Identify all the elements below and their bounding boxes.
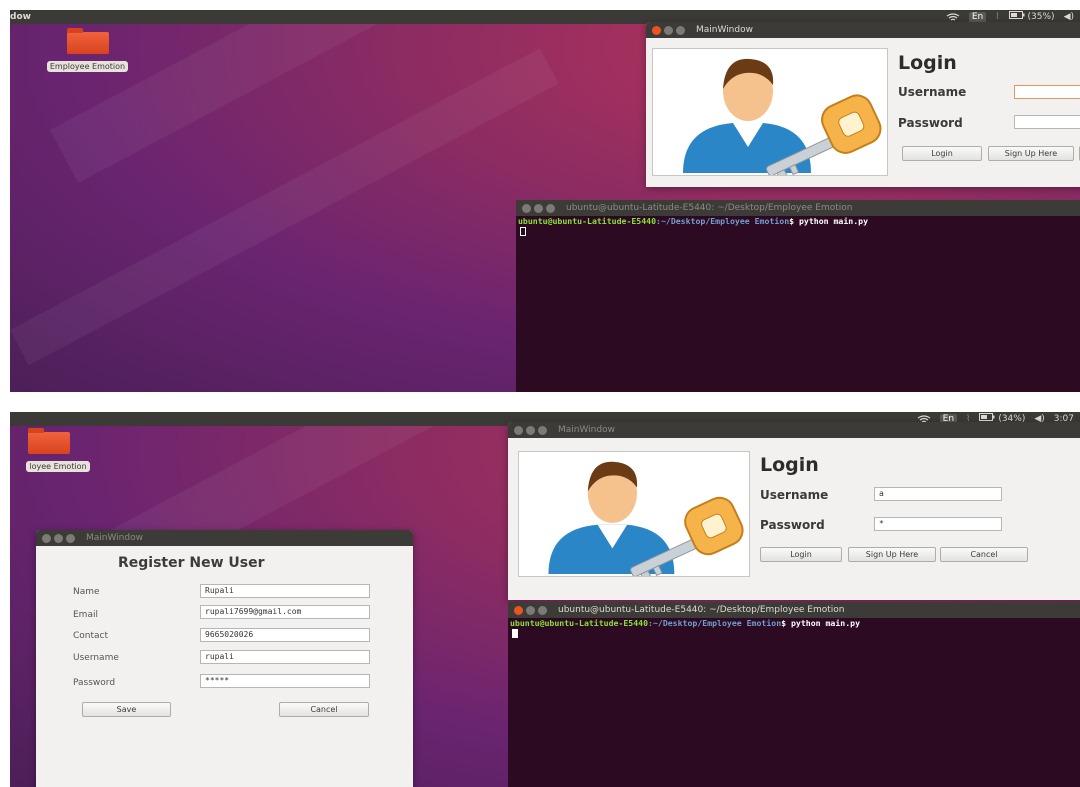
window-title: MainWindow <box>696 25 753 35</box>
desktop-folder-employee-emotion[interactable]: loyee Emotion <box>10 428 108 473</box>
window-minimize-icon[interactable] <box>664 25 673 35</box>
password-input[interactable] <box>1014 115 1080 129</box>
battery-percent: (35%) <box>1027 12 1055 22</box>
window-title: MainWindow <box>558 425 615 435</box>
login-button[interactable]: Login <box>902 146 982 161</box>
name-label: Name <box>73 587 100 597</box>
cancel-button[interactable]: Cancel <box>940 547 1028 562</box>
login-window: MainWindow Login Username a Password * L… <box>508 422 1080 600</box>
username-label: Username <box>760 488 829 502</box>
login-window: MainWindow Login Username Password Login… <box>646 22 1080 187</box>
desktop-screenshot-1: dow En ⌇ (35%) ◀) Employee Emotion MainW… <box>10 10 1080 392</box>
window-close-icon[interactable] <box>42 533 51 543</box>
register-heading: Register New User <box>118 555 265 571</box>
active-app-title: dow <box>10 12 31 22</box>
terminal-titlebar: ubuntu@ubuntu-Latitude-E5440: ~/Desktop/… <box>516 200 1080 216</box>
contact-input[interactable]: 9665020026 <box>200 628 370 642</box>
save-button[interactable]: Save <box>82 702 171 717</box>
prompt-command: $ python main.py <box>789 216 868 226</box>
register-window: MainWindow Register New User Name Rupali… <box>36 530 413 787</box>
username-label: Username <box>73 653 119 663</box>
window-titlebar: MainWindow <box>646 22 1080 38</box>
terminal-window[interactable]: ubuntu@ubuntu-Latitude-E5440: ~/Desktop/… <box>508 602 1080 787</box>
window-minimize-icon[interactable] <box>534 203 543 213</box>
email-label: Email <box>73 610 98 620</box>
login-heading: Login <box>760 454 819 476</box>
wifi-icon[interactable] <box>946 12 960 22</box>
cancel-button[interactable]: Cancel <box>279 702 369 717</box>
terminal-cursor <box>512 629 518 638</box>
prompt-path: :~/Desktop/Employee Emotion <box>656 216 790 226</box>
login-heading: Login <box>898 52 957 74</box>
terminal-title: ubuntu@ubuntu-Latitude-E5440: ~/Desktop/… <box>558 605 845 615</box>
prompt-command: $ python main.py <box>781 618 860 628</box>
terminal-prompt-line: ubuntu@ubuntu-Latitude-E5440:~/Desktop/E… <box>516 216 1080 227</box>
terminal-window[interactable]: ubuntu@ubuntu-Latitude-E5440: ~/Desktop/… <box>516 200 1080 392</box>
folder-icon <box>66 28 109 54</box>
window-close-icon[interactable] <box>514 605 523 615</box>
folder-label: Employee Emotion <box>46 61 129 72</box>
desktop-screenshot-2: En ⌇ (34%) ◀) 3:07 loyee Emotion MainWin… <box>10 412 1080 787</box>
window-minimize-icon[interactable] <box>526 425 535 435</box>
password-input[interactable]: * <box>874 517 1002 531</box>
keyboard-language-indicator[interactable]: En <box>968 11 987 23</box>
email-input[interactable]: rupali7699@gmail.com <box>200 605 370 619</box>
window-title: MainWindow <box>86 533 143 543</box>
folder-label: loyee Emotion <box>26 461 90 472</box>
terminal-title: ubuntu@ubuntu-Latitude-E5440: ~/Desktop/… <box>566 203 853 213</box>
window-close-icon[interactable] <box>652 25 661 35</box>
username-input[interactable]: rupali <box>200 650 370 664</box>
window-titlebar: MainWindow <box>508 422 1080 438</box>
battery-icon <box>1008 11 1025 19</box>
wallpaper-streak <box>10 48 559 366</box>
login-user-key-icon <box>683 58 882 183</box>
terminal-cursor-line <box>516 227 1080 239</box>
window-close-icon[interactable] <box>522 203 531 213</box>
prompt-path: :~/Desktop/Employee Emotion <box>648 618 782 628</box>
window-maximize-icon[interactable] <box>538 425 547 435</box>
name-input[interactable]: Rupali <box>200 584 370 598</box>
login-button[interactable]: Login <box>760 547 842 562</box>
password-label: Password <box>73 678 116 688</box>
signup-button[interactable]: Sign Up Here <box>988 146 1074 161</box>
folder-icon <box>28 428 70 454</box>
username-input[interactable]: a <box>874 487 1002 501</box>
window-titlebar: MainWindow <box>36 530 413 546</box>
prompt-user: ubuntu@ubuntu-Latitude-E5440 <box>510 618 649 628</box>
window-maximize-icon[interactable] <box>676 25 685 35</box>
desktop-folder-employee-emotion[interactable]: Employee Emotion <box>25 28 150 73</box>
username-label: Username <box>898 85 967 99</box>
window-minimize-icon[interactable] <box>526 605 535 615</box>
password-label: Password <box>760 518 825 532</box>
contact-label: Contact <box>73 631 109 641</box>
window-maximize-icon[interactable] <box>66 533 75 543</box>
signup-button[interactable]: Sign Up Here <box>848 547 936 562</box>
window-maximize-icon[interactable] <box>546 203 555 213</box>
window-maximize-icon[interactable] <box>538 605 547 615</box>
battery-icon <box>979 413 995 421</box>
password-label: Password <box>898 116 963 130</box>
username-input[interactable] <box>1014 85 1080 99</box>
window-close-icon[interactable] <box>514 425 523 435</box>
terminal-cursor-line <box>508 629 1080 641</box>
terminal-prompt-line: ubuntu@ubuntu-Latitude-E5440:~/Desktop/E… <box>508 618 1080 629</box>
prompt-user: ubuntu@ubuntu-Latitude-E5440 <box>518 216 657 226</box>
window-minimize-icon[interactable] <box>54 533 63 543</box>
terminal-titlebar: ubuntu@ubuntu-Latitude-E5440: ~/Desktop/… <box>508 602 1080 618</box>
login-illustration <box>652 48 888 183</box>
login-illustration <box>518 451 750 584</box>
password-input[interactable]: ***** <box>200 674 370 688</box>
login-user-key-icon <box>548 461 744 584</box>
terminal-cursor <box>520 227 526 236</box>
